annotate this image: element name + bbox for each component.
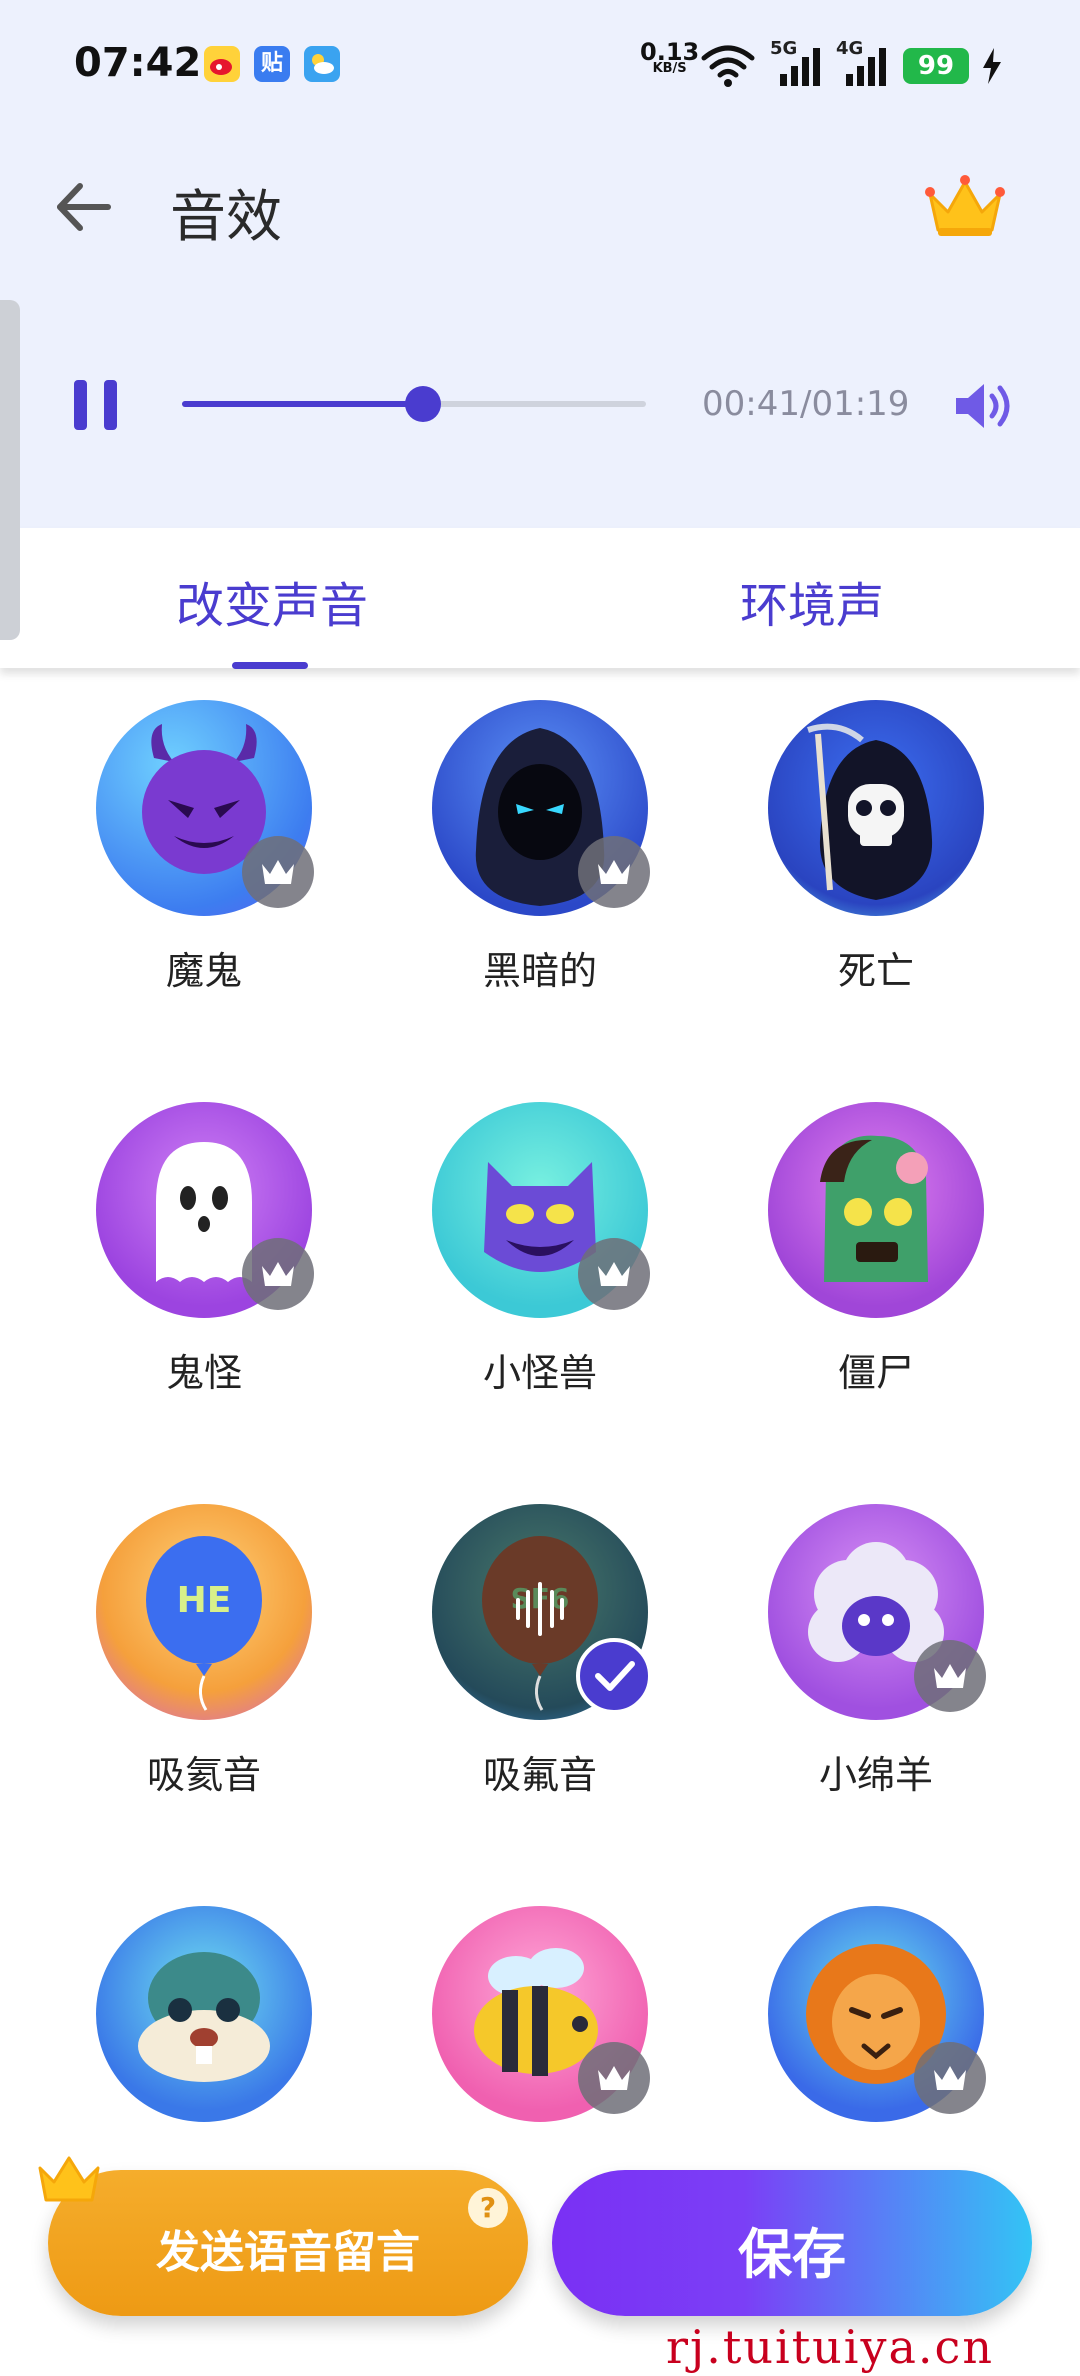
tab-bar: 改变声音 环境声 — [0, 528, 1080, 669]
network-speed: 0.13 KB/S — [640, 38, 700, 76]
premium-badge — [578, 836, 650, 908]
tab-change-voice[interactable]: 改变声音 — [176, 566, 368, 636]
save-button-label: 保存 — [738, 2223, 846, 2286]
pause-bar-right — [104, 380, 117, 430]
help-icon[interactable]: ? — [468, 2188, 508, 2228]
battery-icon: 99 — [903, 48, 969, 84]
helium-balloon-icon: HE — [96, 1504, 312, 1720]
balloon-text: HE — [177, 1580, 232, 1621]
effect-item[interactable]: 鬼怪 — [66, 1092, 326, 1432]
crown-icon[interactable] — [922, 172, 1008, 242]
effect-item[interactable]: HE 吸氦音 — [66, 1494, 326, 1834]
effect-label: 魔鬼 — [165, 949, 242, 993]
status-time: 07:42 — [74, 40, 202, 86]
progress-fill — [182, 401, 424, 407]
effects-grid: 魔鬼 黑暗的 死亡 鬼怪 小怪兽 僵尸 HE 吸氦音 吸氟音 小绵羊 — [0, 690, 1080, 2122]
top-panel: 07:42 贴 0.13 KB/S 5G 4G 99 音效 00:41/01:1… — [0, 0, 1080, 528]
weather-icon — [304, 46, 340, 82]
signal-4g-icon — [846, 48, 886, 86]
crown-icon — [38, 2156, 100, 2202]
app-header: 音效 — [0, 150, 1080, 260]
progress-slider[interactable] — [182, 386, 646, 422]
speaker-icon[interactable] — [950, 376, 1016, 436]
premium-badge — [914, 2042, 986, 2114]
save-button[interactable]: 保存 — [552, 2170, 1032, 2316]
tab-indicator — [232, 662, 308, 669]
pause-button[interactable] — [70, 380, 120, 430]
effect-item[interactable]: 死亡 — [738, 690, 998, 1030]
arrow-left-icon[interactable] — [50, 172, 120, 242]
effect-label: 僵尸 — [837, 1351, 914, 1395]
playback-time: 00:41/01:19 — [702, 384, 910, 424]
effect-label: 吸氟音 — [482, 1753, 597, 1797]
watermark-text: rj.tuituiya.cn — [666, 2320, 994, 2374]
effect-label: 小怪兽 — [482, 1351, 597, 1395]
selected-check-icon — [576, 1638, 652, 1714]
premium-badge — [914, 1640, 986, 1712]
signal-5g-icon — [780, 48, 820, 86]
side-drawer-handle[interactable] — [0, 300, 20, 640]
chipmunk-icon — [96, 1906, 312, 2122]
effect-label: 鬼怪 — [165, 1351, 242, 1395]
premium-badge — [242, 1238, 314, 1310]
status-bar: 07:42 贴 0.13 KB/S 5G 4G 99 — [0, 30, 1080, 100]
effect-label: 黑暗的 — [482, 949, 597, 993]
effect-label: 小绵羊 — [818, 1753, 933, 1797]
progress-thumb[interactable] — [405, 386, 442, 422]
premium-badge — [578, 1238, 650, 1310]
effect-item[interactable]: 小怪兽 — [402, 1092, 662, 1432]
effect-item[interactable]: 小绵羊 — [738, 1494, 998, 1834]
charging-icon — [983, 48, 1001, 84]
weibo-icon — [204, 46, 240, 82]
premium-badge — [578, 2042, 650, 2114]
effect-item selected[interactable]: SF6 吸氟音 — [402, 1494, 662, 1834]
zombie-icon — [768, 1102, 984, 1318]
tieba-icon: 贴 — [254, 46, 290, 82]
effect-item[interactable]: 僵尸 — [738, 1092, 998, 1432]
pause-bar-left — [74, 380, 87, 430]
premium-badge — [242, 836, 314, 908]
page-title: 音效 — [170, 185, 282, 250]
wifi-icon — [701, 45, 755, 87]
grim-reaper-icon — [768, 700, 984, 916]
effect-label: 死亡 — [837, 949, 914, 993]
send-voice-message-label: 发送语音留言 — [156, 2227, 420, 2278]
audio-player: 00:41/01:19 — [0, 360, 1080, 450]
tab-ambient-sound[interactable]: 环境声 — [740, 566, 884, 636]
send-voice-message-button[interactable]: 发送语音留言 ? — [48, 2170, 528, 2316]
effect-item[interactable]: 黑暗的 — [402, 690, 662, 1030]
effect-item[interactable]: 魔鬼 — [66, 690, 326, 1030]
effect-label: 吸氦音 — [146, 1753, 261, 1797]
